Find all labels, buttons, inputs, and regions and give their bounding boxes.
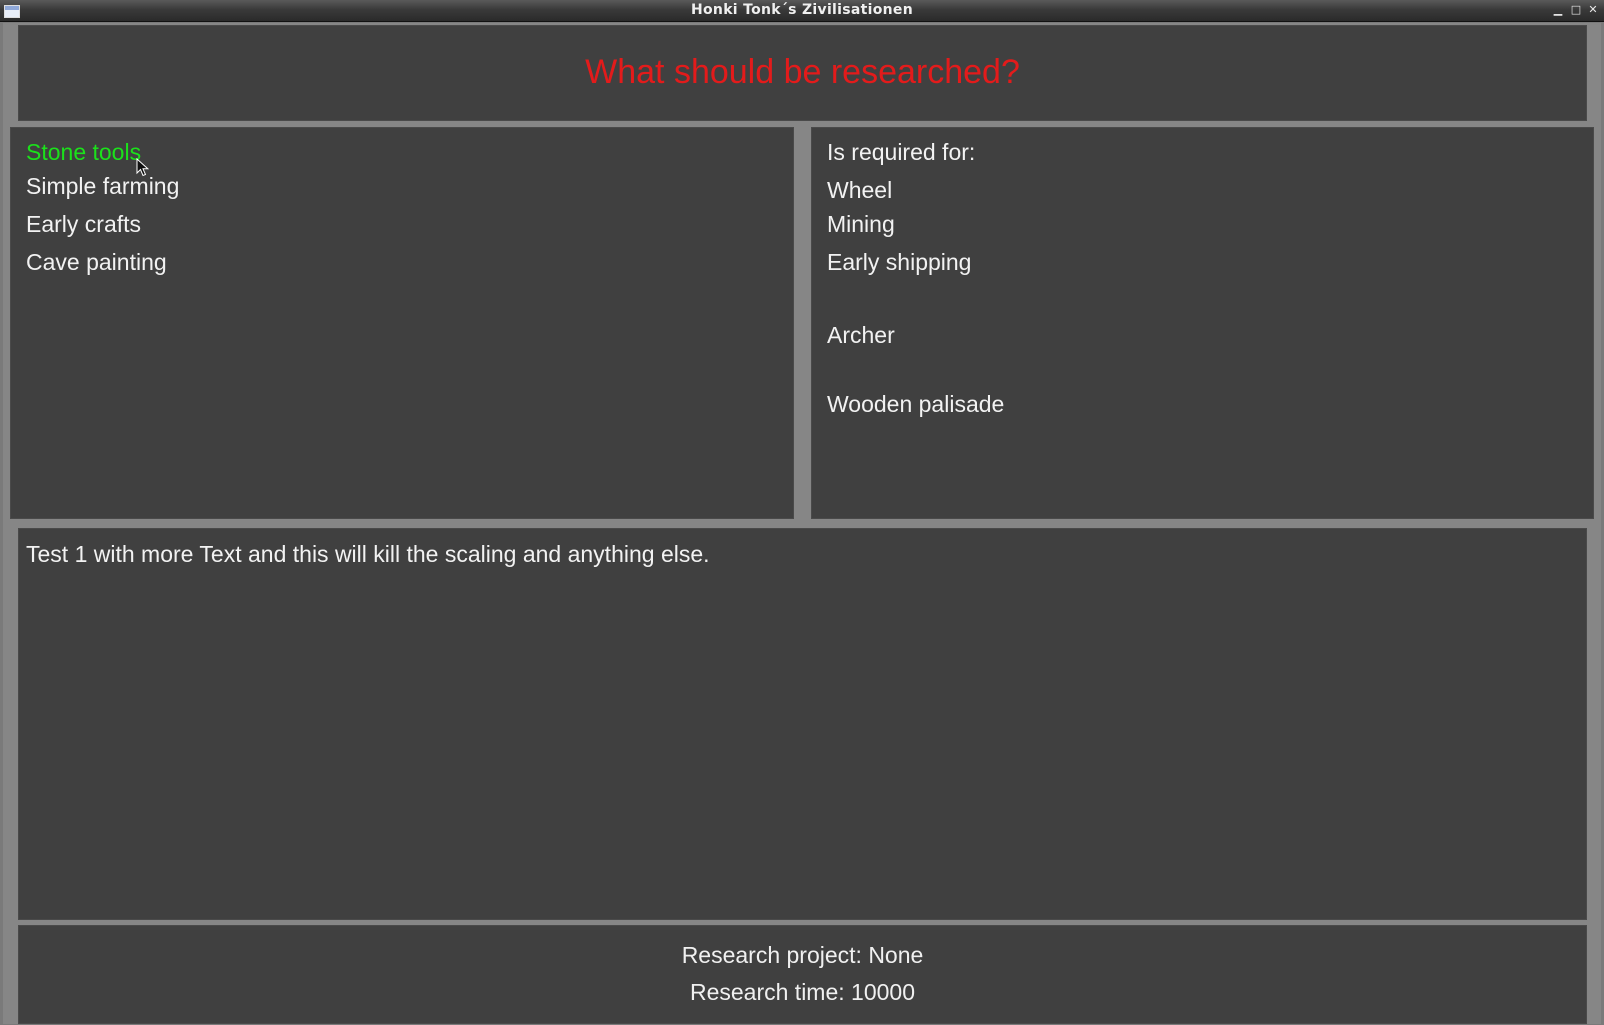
page-title: What should be researched? — [585, 53, 1020, 91]
requirements-heading: Is required for: — [827, 139, 976, 165]
requirement-item: Mining — [827, 211, 895, 237]
research-item-stone-tools[interactable]: Stone tools — [26, 139, 141, 166]
requirement-item: Archer — [827, 322, 895, 348]
maximize-icon[interactable]: □ — [1569, 3, 1583, 17]
close-icon[interactable]: ✕ — [1586, 3, 1600, 17]
requirements-panel: Is required for: Wheel Mining Early ship… — [811, 127, 1594, 519]
research-list-panel: Stone tools Simple farming Early crafts … — [10, 127, 794, 519]
header-panel: What should be researched? — [18, 25, 1587, 121]
research-item-simple-farming[interactable]: Simple farming — [26, 173, 179, 200]
research-item-cave-painting[interactable]: Cave painting — [26, 249, 167, 276]
minimize-icon[interactable]: ▁ — [1551, 3, 1565, 17]
research-item-early-crafts[interactable]: Early crafts — [26, 211, 141, 238]
window-title: Honki Tonk´s Zivilisationen — [691, 2, 913, 18]
description-text: Test 1 with more Text and this will kill… — [26, 541, 710, 567]
mouse-cursor-icon — [136, 158, 150, 177]
research-time-text: Research time: 10000 — [689, 979, 915, 1005]
requirement-item: Early shipping — [827, 249, 972, 275]
window-titlebar: Honki Tonk´s Zivilisationen ▁ □ ✕ — [0, 0, 1604, 22]
status-panel: Research project: None Research time: 10… — [18, 925, 1587, 1024]
requirement-item: Wheel — [827, 177, 893, 203]
description-panel: Test 1 with more Text and this will kill… — [18, 528, 1587, 920]
requirement-item: Wooden palisade — [827, 391, 1005, 417]
research-project-text: Research project: None — [681, 942, 924, 968]
